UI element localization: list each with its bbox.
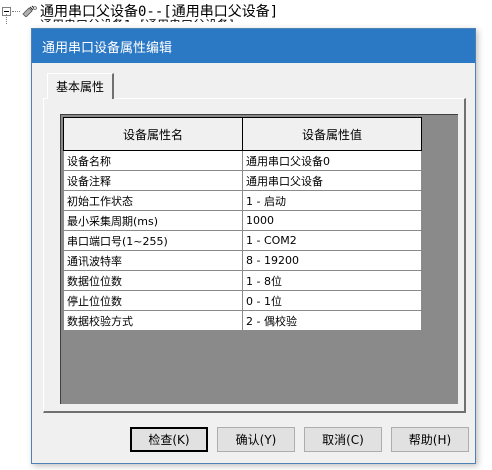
- property-row[interactable]: 初始工作状态 1 - 启动: [63, 190, 422, 211]
- property-edit-dialog: 通用串口设备属性编辑 基本属性 设备属性名 设备属性值 设备名称 通用串口父设备0…: [31, 28, 476, 464]
- cancel-button[interactable]: 取消(C): [304, 427, 382, 452]
- property-name-cell[interactable]: 数据位位数: [63, 270, 243, 291]
- property-grid: 设备属性名 设备属性值 设备名称 通用串口父设备0 设备注释 通用串口父设备 初始工作状…: [60, 114, 458, 404]
- ok-button[interactable]: 确认(Y): [217, 427, 295, 452]
- help-button-label: 帮助(H): [408, 433, 452, 447]
- property-name-cell[interactable]: 初始工作状态: [63, 190, 243, 211]
- property-name-cell[interactable]: 数据校验方式: [63, 310, 243, 331]
- property-value-cell[interactable]: 2 - 偶校验: [242, 310, 422, 331]
- property-row[interactable]: 通讯波特率 8 - 19200: [63, 250, 422, 271]
- property-row[interactable]: 停止位位数 0 - 1位: [63, 290, 422, 311]
- property-row[interactable]: 最小采集周期(ms) 1000: [63, 210, 422, 231]
- property-name-cell[interactable]: 通讯波特率: [63, 250, 243, 271]
- tree-connector: [12, 10, 20, 12]
- property-row[interactable]: 串口端口号(1~255) 1 - COM2: [63, 230, 422, 251]
- property-name-cell[interactable]: 最小采集周期(ms): [63, 210, 243, 231]
- ok-button-label: 确认(Y): [235, 433, 277, 447]
- dialog-title: 通用串口设备属性编辑: [42, 40, 173, 56]
- property-name-cell[interactable]: 串口端口号(1~255): [63, 230, 243, 251]
- property-value-cell[interactable]: 8 - 19200: [242, 250, 422, 271]
- property-row[interactable]: 设备名称 通用串口父设备0: [63, 150, 422, 171]
- column-header-name[interactable]: 设备属性名: [63, 117, 243, 151]
- property-row[interactable]: 设备注释 通用串口父设备: [63, 170, 422, 191]
- property-value-cell[interactable]: 0 - 1位: [242, 290, 422, 311]
- help-button[interactable]: 帮助(H): [391, 427, 469, 452]
- tab-basic-properties[interactable]: 基本属性: [47, 73, 115, 99]
- property-value-cell[interactable]: 1 - COM2: [242, 230, 422, 251]
- property-value-cell[interactable]: 通用串口父设备0: [242, 150, 422, 171]
- cancel-button-label: 取消(C): [322, 433, 364, 447]
- property-name-cell[interactable]: 设备名称: [63, 150, 243, 171]
- grid-header-row: 设备属性名 设备属性值: [63, 117, 422, 151]
- dialog-titlebar[interactable]: 通用串口设备属性编辑: [32, 29, 475, 63]
- property-value-cell[interactable]: 通用串口父设备: [242, 170, 422, 191]
- tree-next-node-label: 通用串口父设备1--[通用串口父设备]: [40, 16, 234, 22]
- property-value-cell[interactable]: 1 - 启动: [242, 190, 422, 211]
- check-button[interactable]: 检查(K): [130, 427, 208, 452]
- device-plug-icon: [22, 5, 38, 17]
- tab-label: 基本属性: [56, 80, 105, 94]
- tree-line: [6, 14, 7, 24]
- column-header-value[interactable]: 设备属性值: [242, 117, 422, 151]
- property-name-cell[interactable]: 设备注释: [63, 170, 243, 191]
- property-name-cell[interactable]: 停止位位数: [63, 290, 243, 311]
- check-button-label: 检查(K): [148, 433, 190, 447]
- property-value-cell[interactable]: 1000: [242, 210, 422, 231]
- property-row[interactable]: 数据校验方式 2 - 偶校验: [63, 310, 422, 331]
- property-value-cell[interactable]: 1 - 8位: [242, 270, 422, 291]
- property-row[interactable]: 数据位位数 1 - 8位: [63, 270, 422, 291]
